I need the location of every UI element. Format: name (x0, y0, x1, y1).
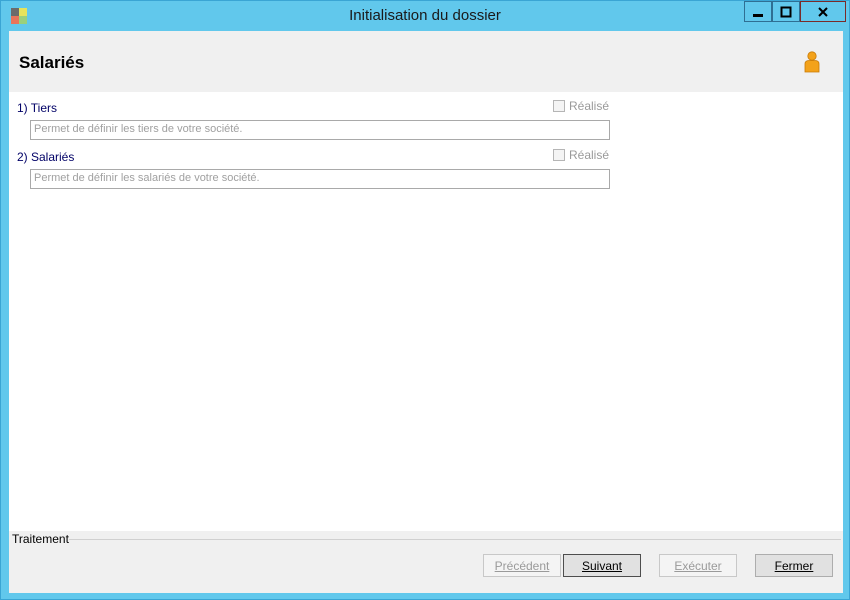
close-button[interactable]: Fermer (755, 554, 833, 577)
checkbox[interactable] (553, 100, 565, 112)
execute-button[interactable]: Exécuter (659, 554, 737, 577)
close-icon (818, 6, 828, 17)
minimize-button[interactable] (744, 1, 772, 22)
description-field-salaries: Permet de définir les salariés de votre … (30, 169, 610, 189)
page-header: Salariés (9, 31, 843, 92)
title-bar[interactable]: Initialisation du dossier (1, 1, 849, 31)
description-field-tiers: Permet de définir les tiers de votre soc… (30, 120, 610, 140)
dialog-content: Salariés 1) Tiers Réalisé Permet de défi… (9, 31, 843, 593)
checkbox-label: Réalisé (569, 99, 610, 113)
group-label: Traitement (12, 532, 69, 546)
section-label-tiers[interactable]: 1) Tiers (17, 101, 57, 115)
section-label-salaries[interactable]: 2) Salariés (17, 150, 74, 164)
maximize-icon (780, 6, 792, 17)
close-window-button[interactable] (800, 1, 846, 22)
group-divider (65, 539, 841, 540)
footer-panel: Traitement Précédent Suivant Exécuter Fe… (9, 531, 843, 593)
realise-checkbox-salaries[interactable]: Réalisé (553, 148, 609, 162)
page-title: Salariés (19, 53, 85, 72)
next-button[interactable]: Suivant (563, 554, 641, 577)
window-title: Initialisation du dossier (349, 7, 501, 24)
checkbox-label: Réalisé (569, 148, 610, 162)
checkbox[interactable] (553, 149, 565, 161)
realise-checkbox-tiers[interactable]: Réalisé (553, 99, 609, 113)
maximize-button[interactable] (772, 1, 800, 22)
user-icon (804, 51, 820, 73)
main-window: Initialisation du dossier Salariés 1) Ti… (0, 0, 850, 600)
previous-button[interactable]: Précédent (483, 554, 561, 577)
minimize-icon (753, 13, 763, 17)
